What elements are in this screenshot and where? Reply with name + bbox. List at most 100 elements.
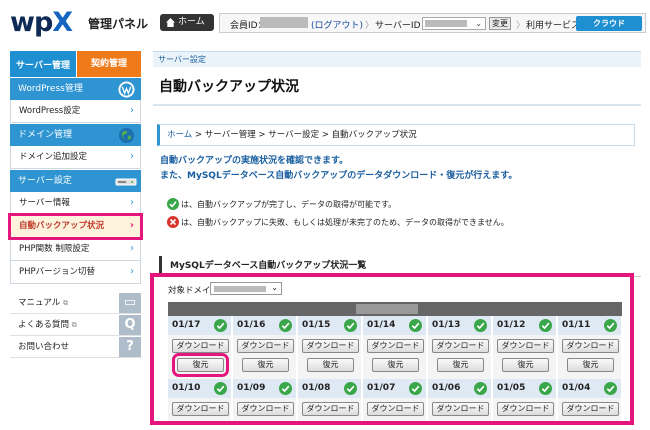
- download-button[interactable]: ダウンロード: [237, 402, 294, 416]
- backup-date: 01/06: [432, 383, 461, 393]
- backup-cell-actions: ダウンロード 復元: [298, 335, 361, 379]
- sidebar-item-wordpress-settings[interactable]: WordPress設定 ›: [10, 100, 141, 123]
- backup-cell-actions: ダウンロード: [363, 398, 426, 421]
- chevron-right-icon: ›: [130, 151, 134, 162]
- restore-button[interactable]: 復元: [307, 358, 354, 372]
- check-circle-icon: [474, 382, 487, 395]
- backup-row: 01/10 ダウンロード 01/09 ダウンロード 01/08 ダウンロード 01/07 ダウ…: [168, 379, 622, 421]
- chevron-right-icon: ›: [129, 220, 134, 231]
- backup-row: 01/17 ダウンロード 復元 01/16 ダウンロード 復元 01/15 ダウンロード 復元 0…: [168, 316, 622, 379]
- download-button[interactable]: ダウンロード: [172, 339, 229, 353]
- masked-value: [214, 286, 266, 292]
- backup-cell: 01/13 ダウンロード 復元: [428, 316, 492, 379]
- external-link-icon: ⧉: [62, 299, 68, 307]
- sidebar-section-wordpress: WordPress管理: [10, 77, 141, 100]
- divider: [153, 104, 641, 106]
- restore-button[interactable]: 復元: [437, 358, 484, 372]
- check-circle-icon: [474, 319, 487, 332]
- backup-cell: 01/15 ダウンロード 復元: [298, 316, 362, 379]
- separator: 〉: [365, 21, 375, 31]
- logout-link[interactable]: (ログアウト): [311, 18, 363, 31]
- main-content: サーバー設定 自動バックアップ状況 ホーム > サーバー管理 > サーバー設定 …: [153, 51, 641, 277]
- sidebar-section-server-settings: サーバー設定: [10, 169, 141, 192]
- download-button[interactable]: ダウンロード: [367, 402, 424, 416]
- sidebar-item-server-info[interactable]: サーバー情報 ›: [10, 192, 141, 215]
- backup-cell-header: 01/06: [428, 379, 491, 398]
- backup-panel: 対象ドメイン： ⌄ 01/17 ダウンロード 復元 01/16 ダウンロード 復元 01/1…: [150, 273, 634, 425]
- backup-cell: 01/10 ダウンロード: [168, 379, 232, 421]
- backup-cell-actions: ダウンロード: [168, 398, 231, 421]
- backup-cell-actions: ダウンロード 復元: [363, 335, 426, 379]
- sidebar-section-domain: ドメイン管理: [10, 123, 141, 146]
- book-icon: ▭: [119, 293, 141, 313]
- breadcrumb-home-link[interactable]: ホーム: [167, 130, 192, 140]
- backup-cell-header: 01/16: [233, 316, 296, 335]
- chevron-right-icon: ›: [130, 266, 134, 277]
- backup-cell: 01/09 ダウンロード: [233, 379, 297, 421]
- separator: 〉: [516, 21, 526, 31]
- wpx-logo[interactable]: wpX: [10, 8, 73, 38]
- backup-date: 01/07: [367, 383, 396, 393]
- check-circle-icon: [279, 382, 292, 395]
- check-circle-icon: [214, 319, 227, 332]
- download-button[interactable]: ダウンロード: [432, 339, 489, 353]
- contact-link[interactable]: お問い合わせ ?: [10, 336, 141, 358]
- page-title: 自動バックアップ状況: [159, 79, 299, 95]
- download-button[interactable]: ダウンロード: [432, 402, 489, 416]
- check-circle-icon: [167, 197, 179, 210]
- backup-date: 01/04: [562, 383, 591, 393]
- download-button[interactable]: ダウンロード: [302, 339, 359, 353]
- breadcrumb-path: > サーバー管理 > サーバー設定 > 自動バックアップ状況: [192, 130, 417, 140]
- service-cloud-button[interactable]: クラウド: [576, 16, 642, 31]
- backup-cell-actions: ダウンロード: [233, 398, 296, 421]
- faq-icon: Q: [119, 315, 141, 335]
- backup-cell-header: 01/05: [493, 379, 556, 398]
- faq-link[interactable]: よくある質問 ⧉ Q: [10, 314, 141, 336]
- backup-cell: 01/12 ダウンロード 復元: [493, 316, 557, 379]
- change-server-button[interactable]: 変更: [489, 17, 511, 30]
- backup-cell: 01/11 ダウンロード 復元: [558, 316, 622, 379]
- restore-button[interactable]: 復元: [502, 358, 549, 372]
- sidebar-item-auto-backup[interactable]: 自動バックアップ状況 ›: [8, 213, 143, 240]
- download-button[interactable]: ダウンロード: [367, 339, 424, 353]
- tab-contract-management[interactable]: 契約管理: [77, 51, 141, 77]
- restore-button[interactable]: 復元: [172, 353, 229, 377]
- sidebar-tabs: サーバー管理 契約管理: [10, 51, 141, 77]
- server-icon: [115, 178, 137, 186]
- backup-cell-header: 01/15: [298, 316, 361, 335]
- sidebar: サーバー管理 契約管理 WordPress管理 WordPress設定 › ドメ…: [8, 51, 143, 358]
- check-circle-icon: [409, 382, 422, 395]
- backup-cell-actions: ダウンロード 復元: [493, 335, 556, 379]
- download-button[interactable]: ダウンロード: [302, 402, 359, 416]
- restore-button[interactable]: 復元: [372, 358, 419, 372]
- chevron-down-icon: ⌄: [475, 19, 482, 28]
- download-button[interactable]: ダウンロード: [172, 402, 229, 416]
- masked-member-id: [260, 17, 308, 28]
- sidebar-item-php-function-limit[interactable]: PHP関数 制限設定 ›: [10, 238, 141, 261]
- check-circle-icon: [539, 319, 552, 332]
- backup-cell-header: 01/11: [558, 316, 621, 335]
- backup-cell-actions: ダウンロード 復元: [428, 335, 491, 379]
- target-domain-select[interactable]: ⌄: [210, 282, 282, 295]
- download-button[interactable]: ダウンロード: [497, 402, 554, 416]
- backup-grid: 01/17 ダウンロード 復元 01/16 ダウンロード 復元 01/15 ダウンロード 復元 0…: [168, 316, 622, 421]
- restore-button[interactable]: 復元: [567, 358, 614, 372]
- backup-cell: 01/17 ダウンロード 復元: [168, 316, 232, 379]
- backup-cell-header: 01/09: [233, 379, 296, 398]
- download-button[interactable]: ダウンロード: [497, 339, 554, 353]
- sidebar-item-domain-add[interactable]: ドメイン追加設定 ›: [10, 146, 141, 169]
- download-button[interactable]: ダウンロード: [237, 339, 294, 353]
- backup-cell-actions: ダウンロード 復元: [558, 335, 621, 379]
- section-band: サーバー設定: [153, 51, 641, 67]
- manual-link[interactable]: マニュアル ⧉ ▭: [10, 292, 141, 314]
- tab-server-management[interactable]: サーバー管理: [10, 51, 76, 77]
- download-button[interactable]: ダウンロード: [562, 402, 619, 416]
- restore-button[interactable]: 復元: [242, 358, 289, 372]
- server-id-select[interactable]: ⌄: [422, 17, 486, 30]
- backup-date: 01/17: [172, 320, 201, 330]
- home-button[interactable]: ホーム: [160, 14, 214, 31]
- sidebar-item-php-version[interactable]: PHPバージョン切替 ›: [10, 261, 141, 284]
- check-circle-icon: [604, 319, 617, 332]
- download-button[interactable]: ダウンロード: [562, 339, 619, 353]
- backup-date: 01/15: [302, 320, 331, 330]
